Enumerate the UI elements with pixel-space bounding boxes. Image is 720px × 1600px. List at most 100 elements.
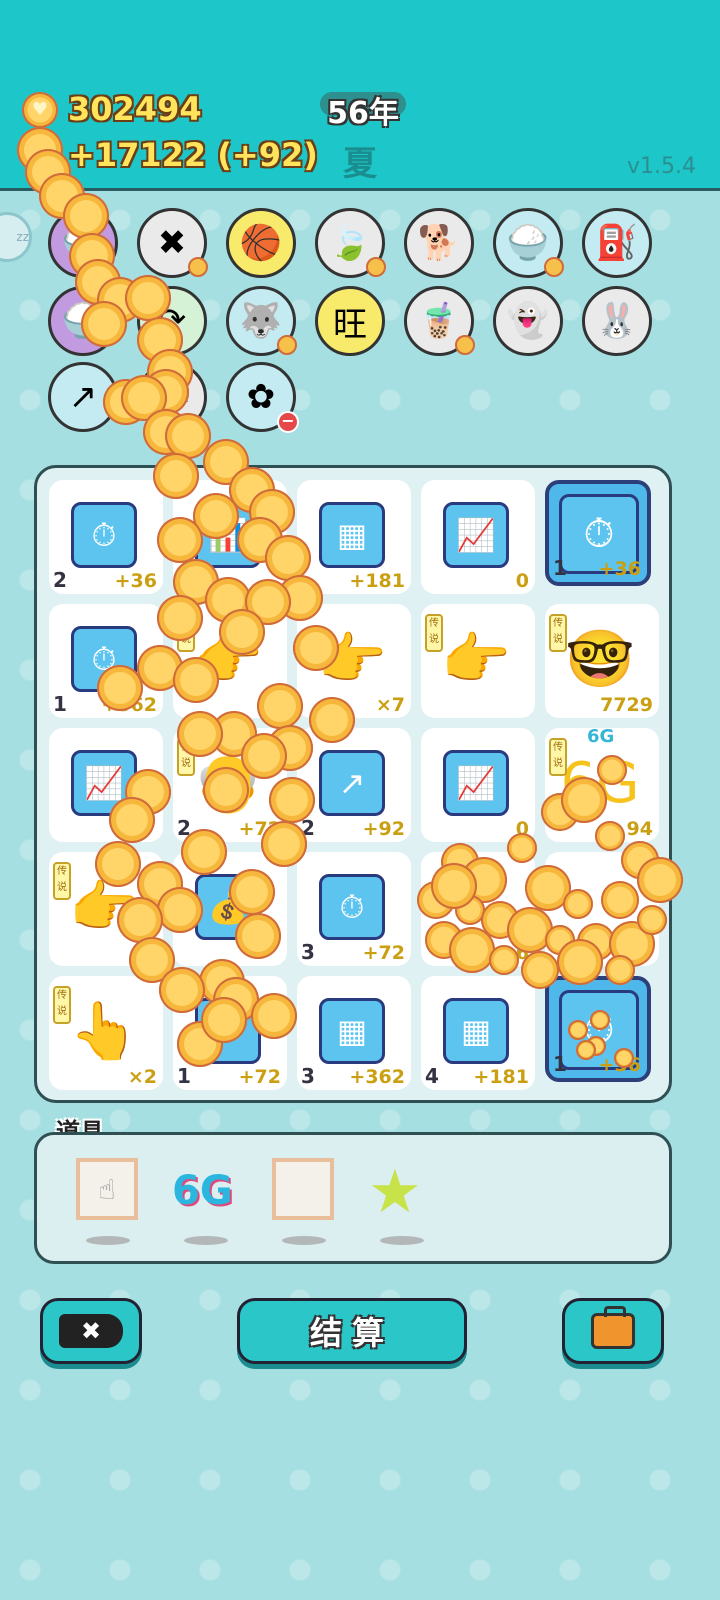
board-cell[interactable]: 📈 xyxy=(49,728,163,842)
rice-bowl-icon: 🍚 xyxy=(61,223,105,263)
board-cell[interactable]: 👉 传说 xyxy=(173,604,287,718)
board-cell[interactable]: 💰 xyxy=(173,852,287,966)
cell-item-icon: 📈 xyxy=(71,750,137,816)
cell-level: 1 xyxy=(177,1064,191,1088)
item-shadow xyxy=(282,1236,326,1245)
item-6g[interactable]: 6G xyxy=(172,1168,233,1214)
legend-tag: 传说 xyxy=(549,614,567,652)
board-cell[interactable]: ▦ 4 +181 xyxy=(421,976,535,1090)
husky-slot[interactable]: 🐺 xyxy=(226,286,297,356)
cell-bonus: 7729 xyxy=(600,694,653,716)
star-icon[interactable]: ★ xyxy=(368,1160,422,1224)
briefcase-icon xyxy=(591,1306,635,1349)
cell-item-icon: ▦ xyxy=(443,998,509,1064)
cell-level: 2 xyxy=(53,568,67,592)
cell-item-icon: ⏱ xyxy=(319,874,385,940)
cell-item-icon: 📈 xyxy=(443,502,509,568)
board-cell[interactable]: ⏱ 1 +362 xyxy=(49,604,163,718)
cell-item-icon: ⏱ xyxy=(195,998,261,1064)
cell-bonus: +72 xyxy=(238,818,281,840)
basketballs-slot[interactable]: 🏀 xyxy=(226,208,296,278)
income-rate: +17122 (+92) xyxy=(68,136,318,174)
board-cell[interactable]: 📈 0 xyxy=(421,728,535,842)
board-cell[interactable]: ↗ 2 +92 xyxy=(297,728,411,842)
board-cell[interactable]: ⏱ 1 +72 xyxy=(173,976,287,1090)
item-empty-frame[interactable] xyxy=(272,1158,336,1222)
leaf-icon: 🍃 xyxy=(328,223,372,263)
cell-item-icon: 👉 xyxy=(317,627,387,692)
cell-level: 1 xyxy=(53,692,67,716)
cell-bonus: ×2 xyxy=(127,1066,157,1088)
board-cell[interactable]: ⏱ 2 +36 xyxy=(49,480,163,594)
pump-slot[interactable]: ⛽ xyxy=(582,208,652,278)
discard-button[interactable]: ✖ xyxy=(40,1298,142,1364)
milk-tea-icon: 🧋 xyxy=(417,301,461,341)
cell-bonus: +181 xyxy=(473,1066,529,1088)
board-cell[interactable]: ⏱ 1 +36 xyxy=(545,976,651,1082)
wang-tiles-slot[interactable]: 旺 xyxy=(315,286,385,356)
board-cell[interactable] xyxy=(545,852,659,966)
cell-item-icon: ⏱ xyxy=(71,502,137,568)
remove-badge-icon[interactable]: − xyxy=(277,411,299,433)
refresh-slot[interactable]: ⟳ xyxy=(137,286,207,356)
delete-tag-slot[interactable]: ✖ xyxy=(137,208,208,278)
briefcase-button[interactable] xyxy=(562,1298,664,1364)
board-cell[interactable]: 👉 传说 xyxy=(49,852,163,966)
cell-item-icon: 👉 xyxy=(441,627,511,692)
pump-icon: ⛽ xyxy=(595,223,639,263)
board-cell[interactable]: 📊 xyxy=(173,480,287,594)
rice-bowl-2-slot[interactable]: 🍚 xyxy=(493,208,564,278)
cell-bonus: 0 xyxy=(515,570,529,592)
cell-level: 2 xyxy=(301,816,315,840)
board-cell[interactable]: 6G 传说 6G 94 xyxy=(545,726,659,842)
item-pointer[interactable]: ☝ xyxy=(76,1158,140,1222)
rabbit-slot[interactable]: 🐰 xyxy=(582,286,652,356)
cell-item-icon: 👉 xyxy=(69,875,139,940)
cell-item-icon: 📈 xyxy=(443,750,509,816)
season-label: 夏 xyxy=(343,144,377,184)
cell-bonus: +36 xyxy=(114,570,157,592)
close-tag-icon: ✖ xyxy=(59,1314,123,1348)
cell-bonus: +362 xyxy=(349,1066,405,1088)
top-header: 302494 +17122 (+92) 56年 夏 v1.5.4 xyxy=(0,0,720,191)
board-cell[interactable]: 👉 ×7 xyxy=(297,604,411,718)
board-cell[interactable]: 👴 传说 2 +72 xyxy=(173,728,287,842)
item-shadow xyxy=(380,1236,424,1245)
husky-icon: 🐺 xyxy=(239,301,283,341)
leaf-slot[interactable]: 🍃 xyxy=(315,208,386,278)
ghost-slot[interactable]: 👻 xyxy=(493,286,563,356)
board-cell[interactable]: 👉 传说 xyxy=(421,604,535,718)
cell-bonus: +72 xyxy=(238,1066,281,1088)
cell-level: 1 xyxy=(553,1052,567,1076)
cell-item-icon: 👉 xyxy=(193,627,263,692)
rice-bowl-slot[interactable]: 🍚 xyxy=(48,208,118,278)
heart-coin-badge-icon xyxy=(455,335,475,355)
board-cell[interactable]: ▦ 3 +362 xyxy=(297,976,411,1090)
board-cell[interactable]: ▦ +181 xyxy=(297,480,411,594)
year-label: 56年 xyxy=(327,96,399,131)
flower-pot-slot[interactable]: ✿ − xyxy=(226,362,299,433)
heart-coin-badge-icon xyxy=(366,257,386,277)
cell-level: 3 xyxy=(301,940,315,964)
board-cell[interactable]: 📈 0 xyxy=(421,480,535,594)
cell-bonus: +181 xyxy=(349,570,405,592)
cell-bonus: ×7 xyxy=(375,694,405,716)
board-cell[interactable]: 6 xyxy=(421,852,535,966)
growth-arrow-slot[interactable]: ↗ xyxy=(48,362,118,432)
dog-sunglasses-slot[interactable]: 🐕 xyxy=(404,208,474,278)
growth-arrow-icon: ↗ xyxy=(68,377,98,417)
cat-slot[interactable]: 🐱 xyxy=(137,362,207,432)
milk-tea-slot[interactable]: 🧋 xyxy=(404,286,475,356)
board-cell[interactable]: 👆 传说 ×2 xyxy=(49,976,163,1090)
board-cell[interactable]: ⏱ 3 +72 xyxy=(297,852,411,966)
board-cell[interactable]: 🤓 传说 7729 xyxy=(545,604,659,718)
sixg-tag: 6G xyxy=(587,726,615,747)
cell-item-icon: 6G xyxy=(560,750,640,816)
settle-button[interactable]: 结算 xyxy=(237,1298,467,1364)
board-cell[interactable]: ⏱ 1 +36 xyxy=(545,480,651,586)
legend-tag: 传说 xyxy=(549,738,567,776)
rice-bowl-3-slot[interactable]: 🍚 xyxy=(48,286,118,356)
cell-bonus: 0 xyxy=(515,818,529,840)
cat-icon: 🐱 xyxy=(154,377,190,417)
legend-tag: 传说 xyxy=(177,614,195,652)
